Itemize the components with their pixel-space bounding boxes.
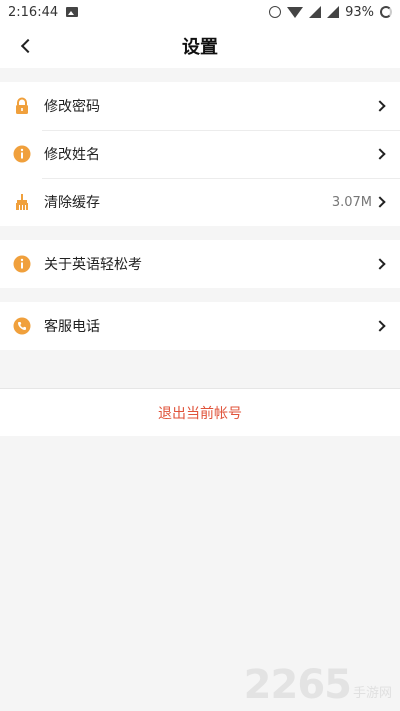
cache-size-value: 3.07M bbox=[331, 194, 372, 210]
change-name-label: 修改姓名 bbox=[44, 147, 100, 163]
phone-icon bbox=[12, 316, 32, 336]
back-button[interactable] bbox=[10, 30, 42, 62]
change-name-row[interactable]: 修改姓名 bbox=[0, 130, 400, 178]
settings-group-about: 关于英语轻松考 bbox=[0, 240, 400, 288]
page-title: 设置 bbox=[182, 37, 218, 58]
battery-icon bbox=[380, 6, 392, 18]
watermark-number: 2265 bbox=[243, 662, 352, 708]
signal-icon-2 bbox=[327, 6, 340, 18]
info-icon bbox=[12, 254, 32, 274]
battery-percent: 93% bbox=[345, 4, 374, 20]
broom-icon bbox=[12, 192, 32, 212]
chevron-right-icon bbox=[374, 148, 386, 160]
settings-group-service: 客服电话 bbox=[0, 302, 400, 350]
clear-cache-label: 清除缓存 bbox=[44, 195, 100, 211]
chevron-right-icon bbox=[374, 258, 386, 270]
watermark-text: 手游网 bbox=[352, 686, 392, 701]
chevron-right-icon bbox=[374, 320, 386, 332]
info-icon bbox=[12, 144, 32, 164]
about-label: 关于英语轻松考 bbox=[44, 257, 142, 273]
alarm-icon bbox=[269, 6, 282, 18]
nav-bar: 设置 bbox=[0, 24, 400, 68]
change-password-row[interactable]: 修改密码 bbox=[0, 82, 400, 130]
logout-label: 退出当前帐号 bbox=[158, 405, 242, 422]
change-password-label: 修改密码 bbox=[44, 99, 100, 115]
logout-button[interactable]: 退出当前帐号 bbox=[0, 388, 400, 436]
status-bar: 2:16:44 93% bbox=[0, 0, 400, 24]
chevron-left-icon bbox=[20, 38, 36, 54]
watermark: 2265 手游网 bbox=[244, 665, 392, 705]
wifi-icon bbox=[287, 6, 304, 18]
about-row[interactable]: 关于英语轻松考 bbox=[0, 240, 400, 288]
chevron-right-icon bbox=[374, 100, 386, 112]
chevron-right-icon bbox=[374, 196, 386, 208]
settings-group-account: 修改密码 修改姓名 清除缓存 3.07M bbox=[0, 82, 400, 226]
clear-cache-row[interactable]: 清除缓存 3.07M bbox=[0, 178, 400, 226]
status-time: 2:16:44 bbox=[8, 4, 59, 20]
lock-icon bbox=[12, 96, 32, 116]
signal-icon bbox=[309, 6, 322, 18]
image-notification-icon bbox=[66, 7, 79, 17]
customer-service-row[interactable]: 客服电话 bbox=[0, 302, 400, 350]
customer-service-label: 客服电话 bbox=[44, 319, 100, 335]
